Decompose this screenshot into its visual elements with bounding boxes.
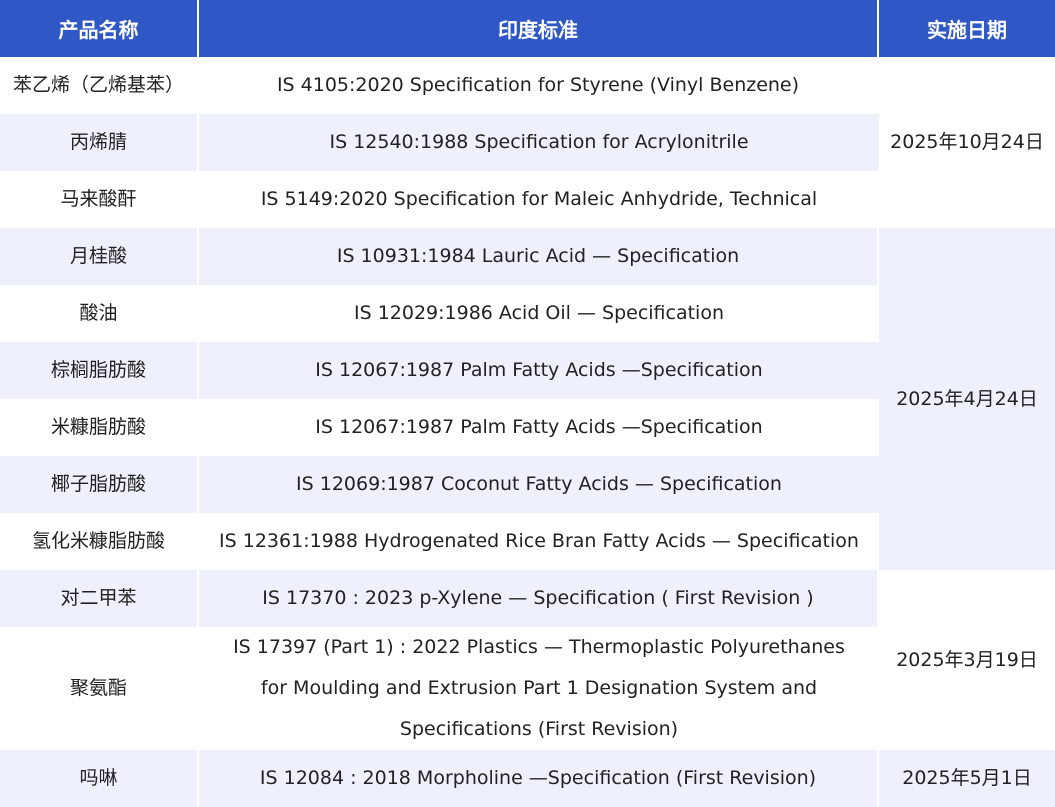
product-cell: 马来酸酐: [0, 171, 199, 228]
table-header-row: 产品名称 印度标准 实施日期: [0, 0, 1055, 57]
standard-cell: IS 12029:1986 Acid Oil — Specification: [353, 302, 724, 324]
date-cell: 2025年5月1日: [879, 750, 1055, 807]
product-cell: 酸油: [0, 285, 199, 342]
product-cell: 月桂酸: [0, 228, 199, 285]
product-cell: 吗啉: [0, 750, 199, 807]
date-cell: 2025年4月24日: [879, 228, 1055, 570]
standard-cell: IS 12084 : 2018 Morpholine —Specificatio…: [199, 750, 879, 807]
standard-cell: IS 17370 : 2023 p-Xylene — Specification…: [199, 570, 879, 627]
standard-cell: IS 12361:1988 Hydrogenated Rice Bran Fat…: [219, 530, 859, 552]
standard-cell: IS 12067:1987 Palm Fatty Acids —Specific…: [315, 416, 763, 438]
standard-cell: IS 12540:1988 Specification for Acryloni…: [199, 114, 879, 171]
standard-line: for Moulding and Extrusion Part 1 Design…: [260, 677, 818, 699]
product-cell: 米糠脂肪酸: [0, 399, 199, 456]
product-cell: 棕榈脂肪酸: [0, 342, 199, 399]
table-row: 吗啉 IS 12084 : 2018 Morpholine —Specifica…: [0, 750, 1055, 807]
standard-line: Specifications (First Revision): [399, 718, 679, 740]
standard-cell: IS 12067:1987 Palm Fatty Acids —Specific…: [199, 342, 879, 399]
standard-cell: IS 12069:1987 Coconut Fatty Acids — Spec…: [199, 456, 879, 513]
standard-cell: IS 10931:1984 Lauric Acid — Specificatio…: [199, 228, 879, 285]
table-row: 对二甲苯 IS 17370 : 2023 p-Xylene — Specific…: [0, 570, 1055, 750]
standard-cell: IS 4105:2020 Specification for Styrene (…: [199, 57, 879, 114]
product-cell: 丙烯腈: [0, 114, 199, 171]
standard-cell: IS 5149:2020 Specification for Maleic An…: [260, 188, 818, 210]
standard-line: IS 17397 (Part 1) : 2022 Plastics — Ther…: [233, 636, 845, 658]
standard-cell: IS 17397 (Part 1) : 2022 Plastics — Ther…: [199, 627, 879, 750]
table-row: 月桂酸 IS 10931:1984 Lauric Acid — Specific…: [0, 228, 1055, 570]
product-cell: 苯乙烯（乙烯基苯）: [0, 57, 199, 114]
product-cell: 聚氨酯: [0, 627, 199, 750]
product-cell: 对二甲苯: [0, 570, 199, 627]
date-cell: 2025年3月19日: [879, 570, 1055, 750]
header-product-name: 产品名称: [0, 0, 199, 57]
table-row: 苯乙烯（乙烯基苯） IS 4105:2020 Specification for…: [0, 57, 1055, 228]
date-cell: 2025年10月24日: [879, 57, 1055, 228]
header-indian-standard: 印度标准: [199, 0, 879, 57]
product-cell: 氢化米糠脂肪酸: [0, 513, 199, 570]
product-cell: 椰子脂肪酸: [0, 456, 199, 513]
header-implementation-date: 实施日期: [879, 0, 1055, 57]
standards-table: 产品名称 印度标准 实施日期 苯乙烯（乙烯基苯） IS 4105:2020 Sp…: [0, 0, 1055, 807]
